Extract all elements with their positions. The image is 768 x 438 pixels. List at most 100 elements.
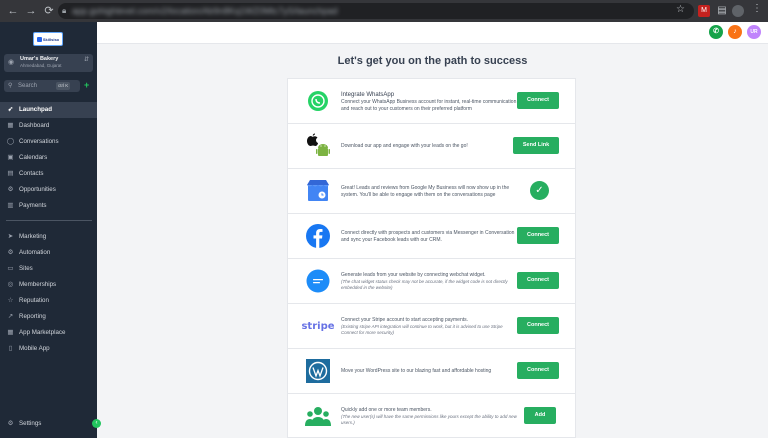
sidebar-item-reputation[interactable]: ☆ Reputation — [0, 293, 97, 309]
sidebar-item-label: Contacts — [19, 170, 44, 177]
extension-icon[interactable]: M — [698, 5, 710, 17]
stripe-logo-text: stripe — [301, 320, 335, 332]
sidebar-item-label: Settings — [19, 420, 42, 427]
sidebar-item-mobile-app[interactable]: ▯ Mobile App — [0, 341, 97, 357]
sidebar-item-label: Reputation — [19, 297, 49, 304]
extensions-puzzle-icon[interactable]: ▤ — [716, 5, 728, 17]
sidebar-item-conversations[interactable]: ◯ Conversations — [0, 134, 97, 150]
sidebar: Skillsiso ◉ Umar's Bakery Ahmedabad, Guj… — [0, 22, 101, 438]
card-description: Connect your WhatsApp Business account f… — [341, 98, 517, 112]
launchpad-card-facebook: Connect directly with prospects and cust… — [287, 213, 576, 258]
payments-icon: ▥ — [7, 202, 14, 209]
funnel-icon: ⚙ — [7, 186, 14, 193]
notification-bell-icon[interactable]: ♪ — [728, 25, 742, 39]
bookmark-star-icon[interactable]: ☆ — [676, 4, 685, 15]
address-bar[interactable]: 🔒︎ app.gohighlevel.com/v2/location/Ab9n8… — [58, 3, 694, 19]
sidebar-item-label: Calendars — [19, 154, 48, 161]
user-avatar[interactable]: UR — [747, 25, 761, 39]
chat-icon: ◯ — [6, 138, 15, 145]
sidebar-item-dashboard[interactable]: ▦ Dashboard — [0, 118, 97, 134]
wordpress-icon — [305, 358, 331, 384]
sidebar-item-sites[interactable]: ▭ Sites — [0, 261, 97, 277]
card-description: Quickly add one or more team members. — [341, 407, 432, 413]
app-frame: Skillsiso ◉ Umar's Bakery Ahmedabad, Guj… — [0, 22, 768, 438]
browser-toolbar: ← → ⟳ 🔒︎ app.gohighlevel.com/v2/location… — [0, 0, 768, 22]
add-team-member-button[interactable]: Add — [524, 407, 556, 424]
mobile-icon: ▯ — [8, 345, 13, 352]
sidebar-item-label: Opportunities — [19, 186, 56, 193]
launchpad-card-webchat: Generate leads from your website by conn… — [287, 258, 576, 303]
browser-menu-icon[interactable]: ⋮ — [752, 3, 762, 14]
sidebar-item-contacts[interactable]: ▤ Contacts — [0, 166, 97, 182]
launchpad-card-whatsapp: Integrate WhatsApp Connect your WhatsApp… — [287, 78, 576, 123]
whatsapp-icon — [305, 88, 331, 114]
sidebar-item-marketing[interactable]: ➤ Marketing — [0, 229, 97, 245]
sidebar-item-settings[interactable]: ⚙ Settings — [0, 416, 97, 432]
card-note: (Existing stripe API integration will co… — [341, 324, 503, 335]
sidebar-item-calendars[interactable]: ▣ Calendars — [0, 150, 97, 166]
search-shortcut: ctrl K — [56, 82, 71, 90]
sidebar-item-automation[interactable]: ⚙ Automation — [0, 245, 97, 261]
phone-icon[interactable]: ✆ — [709, 25, 723, 39]
sidebar-nav-secondary: ➤ Marketing ⚙ Automation ▭ Sites ◎ Memberships ☆… — [0, 229, 97, 357]
back-icon[interactable]: ← — [6, 4, 20, 18]
contacts-icon: ▤ — [7, 170, 14, 177]
company-logo[interactable]: Skillsiso — [33, 32, 63, 46]
sidebar-item-memberships[interactable]: ◎ Memberships — [0, 277, 97, 293]
account-switcher[interactable]: ◉ Umar's Bakery Ahmedabad, Gujarat ⇵ — [4, 54, 93, 72]
google-my-business-icon — [305, 178, 331, 204]
page-title: Let's get you on the path to success — [337, 55, 528, 67]
connect-stripe-button[interactable]: Connect — [517, 317, 559, 334]
account-name: Umar's Bakery — [20, 56, 59, 62]
logo-text: Skillsiso — [42, 36, 60, 42]
card-description: Connect your Stripe account to start acc… — [341, 317, 469, 323]
sidebar-item-label: Memberships — [19, 281, 57, 288]
globe-icon: ▭ — [7, 265, 14, 272]
connect-whatsapp-button[interactable]: Connect — [517, 92, 559, 109]
card-note: (The chat widget status check may not be… — [341, 279, 508, 290]
sidebar-divider — [6, 220, 92, 221]
connect-facebook-button[interactable]: Connect — [517, 227, 559, 244]
send-link-button[interactable]: Send Link — [513, 137, 559, 154]
collapse-sidebar-button[interactable]: ‹ — [92, 419, 101, 428]
team-icon — [305, 403, 331, 429]
sidebar-item-label: Marketing — [19, 233, 47, 240]
card-title: Integrate WhatsApp — [341, 91, 395, 98]
launchpad-card-google-my-business: Great! Leads and reviews from Google My … — [287, 168, 576, 213]
quick-add-button[interactable]: + — [84, 81, 92, 90]
sidebar-search-input[interactable]: ⚲ Search ctrl K — [4, 80, 80, 92]
launchpad-card-list: Integrate WhatsApp Connect your WhatsApp… — [287, 78, 576, 438]
sidebar-item-launchpad[interactable]: ➶ Launchpad — [0, 102, 97, 118]
reload-icon[interactable]: ⟳ — [42, 4, 56, 18]
chart-icon: ↗ — [7, 313, 14, 320]
card-description: Great! Leads and reviews from Google My … — [341, 184, 510, 198]
sidebar-item-payments[interactable]: ▥ Payments — [0, 198, 97, 214]
chevron-updown-icon: ⇵ — [83, 57, 89, 63]
sidebar-nav-main: ➶ Launchpad ▦ Dashboard ◯ Conversations ▣ Calen… — [0, 102, 97, 214]
calendar-icon: ▣ — [7, 154, 14, 161]
megaphone-icon: ➤ — [7, 233, 14, 240]
sidebar-item-label: Mobile App — [19, 345, 50, 352]
card-description: Move your WordPress site to our blazing … — [341, 368, 492, 374]
logo-mark-icon — [36, 36, 42, 42]
rocket-icon: ➶ — [7, 106, 14, 113]
profile-icon[interactable] — [732, 5, 744, 17]
card-note: (The new user(s) will have the same perm… — [341, 414, 517, 425]
forward-icon[interactable]: → — [24, 4, 38, 18]
connect-wordpress-button[interactable]: Connect — [517, 362, 559, 379]
checkmark-icon: ✓ — [530, 181, 549, 200]
sidebar-item-label: Reporting — [19, 313, 46, 320]
stripe-icon: stripe — [301, 313, 334, 339]
sidebar-item-opportunities[interactable]: ⚙ Opportunities — [0, 182, 97, 198]
sidebar-item-label: Payments — [19, 202, 47, 209]
launchpad-card-mobile-app: Download our app and engage with your le… — [287, 123, 576, 168]
sidebar-item-app-marketplace[interactable]: ▦ App Marketplace — [0, 325, 97, 341]
webchat-icon — [305, 268, 331, 294]
launchpad-card-team-members: Quickly add one or more team members. (T… — [287, 393, 576, 438]
sidebar-item-label: Sites — [19, 265, 33, 272]
sidebar-item-label: Dashboard — [19, 122, 50, 129]
connect-webchat-button[interactable]: Connect — [517, 272, 559, 289]
search-icon: ⚲ — [8, 83, 13, 89]
sidebar-item-reporting[interactable]: ↗ Reporting — [0, 309, 97, 325]
marketplace-icon: ▦ — [7, 329, 14, 336]
